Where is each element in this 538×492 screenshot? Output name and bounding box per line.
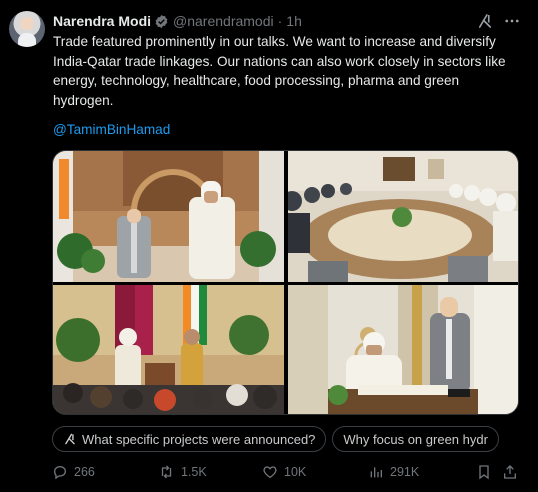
grok-suggestion-text: Why focus on green hydr <box>343 431 488 447</box>
views-icon <box>370 467 382 478</box>
like-icon <box>263 466 277 479</box>
grok-icon[interactable] <box>476 12 494 30</box>
photo-welcome-ceremony[interactable] <box>53 151 284 282</box>
action-bar: 266 1.5K 10K 291K <box>52 462 522 482</box>
mention-link[interactable]: @TamimBinHamad <box>53 122 170 137</box>
author-name[interactable]: Narendra Modi <box>53 13 151 29</box>
author-handle[interactable]: @narendramodi <box>173 13 274 29</box>
more-icon[interactable] <box>503 12 521 30</box>
view-count: 291K <box>390 465 420 479</box>
views-button[interactable]: 291K <box>368 462 419 482</box>
bookmark-button[interactable] <box>476 462 498 482</box>
reply-icon <box>53 465 67 480</box>
like-button[interactable]: 10K <box>262 462 306 482</box>
post-text: Trade featured prominently in our talks.… <box>53 32 523 110</box>
grok-suggestion-chip[interactable]: What specific projects were announced? <box>52 426 327 452</box>
grok-icon <box>65 433 75 445</box>
post: Narendra Modi @narendramodi · 1h Trade f… <box>0 0 538 492</box>
media-grid <box>52 150 519 415</box>
grok-suggestion-chip[interactable]: Why focus on green hydr <box>332 426 499 452</box>
like-count: 10K <box>284 465 307 479</box>
verified-badge-icon <box>155 14 168 28</box>
repost-button[interactable]: 1.5K <box>158 462 207 482</box>
repost-count: 1.5K <box>181 465 207 479</box>
post-header: Narendra Modi @narendramodi · 1h <box>53 11 302 31</box>
post-text-line: India-Qatar trade linkages. Our nations … <box>53 53 506 69</box>
author-avatar[interactable] <box>9 11 45 47</box>
share-button[interactable] <box>502 462 524 482</box>
post-text-line: Trade featured prominently in our talks.… <box>53 34 496 49</box>
post-time[interactable]: 1h <box>286 13 302 29</box>
reply-button[interactable]: 266 <box>52 462 95 482</box>
separator: · <box>277 13 283 29</box>
bookmark-icon <box>479 465 489 480</box>
post-text-line: energy, technology, healthcare, food pro… <box>53 73 460 88</box>
grok-suggestion-text: What specific projects were announced? <box>82 431 316 447</box>
photo-reception[interactable] <box>53 285 284 414</box>
repost-icon <box>161 465 172 479</box>
photo-guestbook-signing[interactable] <box>288 285 518 414</box>
photo-delegation-meeting[interactable] <box>288 151 518 282</box>
post-text-line: hydrogen. <box>53 92 114 108</box>
share-icon <box>504 465 516 479</box>
grok-suggestions: What specific projects were announced? W… <box>52 426 538 452</box>
reply-count: 266 <box>74 465 95 479</box>
